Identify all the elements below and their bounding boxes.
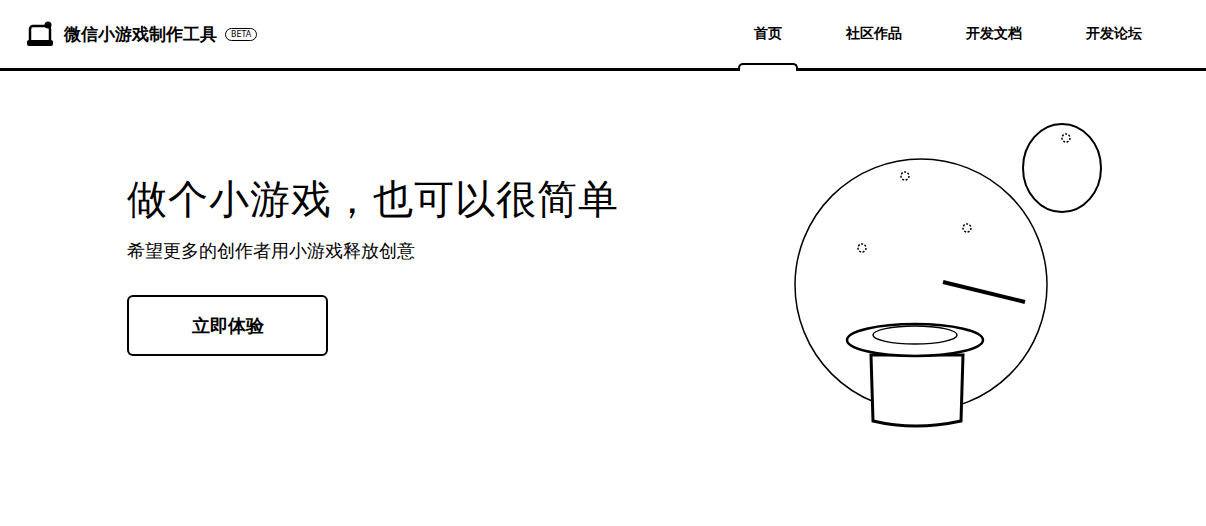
nav-item[interactable]: 首页 xyxy=(750,0,786,68)
hero-title: 做个小游戏，也可以很简单 xyxy=(127,175,619,223)
hero-text: 做个小游戏，也可以很简单 希望更多的创作者用小游戏释放创意 立即体验 xyxy=(127,175,619,356)
try-now-button[interactable]: 立即体验 xyxy=(127,295,328,356)
logo-icon xyxy=(26,20,56,48)
nav-item[interactable]: 开发文档 xyxy=(962,0,1026,68)
magic-hat-illustration-icon xyxy=(790,115,1110,435)
beta-badge: BETA xyxy=(225,28,257,41)
hero: 做个小游戏，也可以很简单 希望更多的创作者用小游戏释放创意 立即体验 xyxy=(0,71,1206,435)
brand[interactable]: 微信小游戏制作工具 BETA xyxy=(26,20,257,48)
brand-title: 微信小游戏制作工具 xyxy=(64,23,217,46)
nav-item[interactable]: 开发论坛 xyxy=(1082,0,1146,68)
nav: 首页社区作品开发文档开发论坛 xyxy=(750,0,1146,68)
hero-subtitle: 希望更多的创作者用小游戏释放创意 xyxy=(127,239,619,262)
header: 微信小游戏制作工具 BETA 首页社区作品开发文档开发论坛 xyxy=(0,0,1206,71)
nav-item[interactable]: 社区作品 xyxy=(842,0,906,68)
page: 微信小游戏制作工具 BETA 首页社区作品开发文档开发论坛 做个小游戏，也可以很… xyxy=(0,0,1206,526)
